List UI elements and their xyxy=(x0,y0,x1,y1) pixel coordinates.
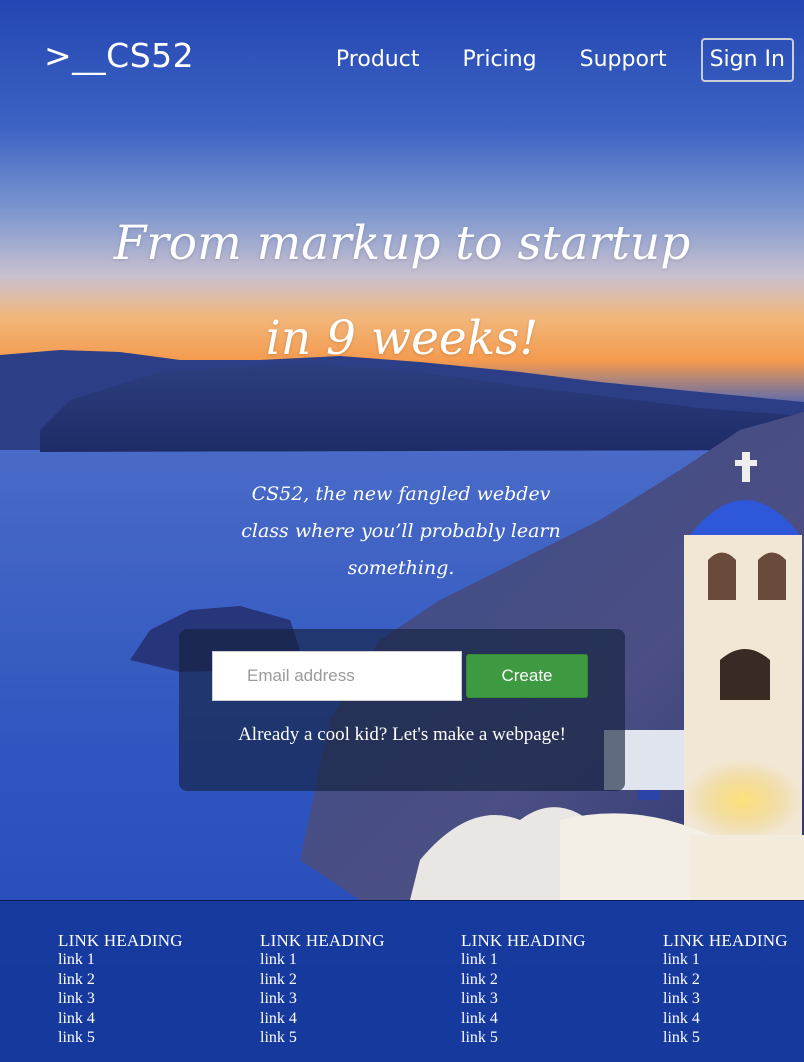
footer-link[interactable]: link 5 xyxy=(663,1028,788,1048)
site-logo[interactable]: >__CS52 xyxy=(44,36,194,75)
footer-link[interactable]: link 1 xyxy=(260,950,385,970)
footer-column-1: LINK HEADING link 1 link 2 link 3 link 4… xyxy=(58,931,183,1048)
footer-column-4: LINK HEADING link 1 link 2 link 3 link 4… xyxy=(663,931,788,1048)
footer-link[interactable]: link 5 xyxy=(260,1028,385,1048)
footer-column-3: LINK HEADING link 1 link 2 link 3 link 4… xyxy=(461,931,586,1048)
footer-link[interactable]: link 3 xyxy=(461,989,586,1009)
footer-link[interactable]: link 4 xyxy=(663,1009,788,1029)
footer-link[interactable]: link 2 xyxy=(260,970,385,990)
main-nav: Product Pricing Support Sign In xyxy=(293,38,794,82)
footer-link[interactable]: link 3 xyxy=(260,989,385,1009)
email-input[interactable] xyxy=(212,651,462,701)
footer-link[interactable]: link 2 xyxy=(461,970,586,990)
signup-panel: Create Already a cool kid? Let's make a … xyxy=(179,629,625,791)
footer-link[interactable]: link 2 xyxy=(58,970,183,990)
footer: LINK HEADING link 1 link 2 link 3 link 4… xyxy=(0,900,804,1062)
hero-title: From markup to startup in 9 weeks! xyxy=(0,196,804,386)
footer-link[interactable]: link 1 xyxy=(663,950,788,970)
footer-link-heading: LINK HEADING xyxy=(58,931,183,950)
footer-link[interactable]: link 3 xyxy=(58,989,183,1009)
cool-kid-link[interactable]: Already a cool kid? Let's make a webpage… xyxy=(179,724,625,746)
tagline-line-2: class where you’ll probably learn xyxy=(241,520,561,542)
footer-link[interactable]: link 1 xyxy=(58,950,183,970)
footer-link[interactable]: link 5 xyxy=(461,1028,586,1048)
footer-link[interactable]: link 5 xyxy=(58,1028,183,1048)
sign-in-button[interactable]: Sign In xyxy=(700,38,794,82)
nav-support-link[interactable]: Support xyxy=(580,49,667,71)
footer-link-heading: LINK HEADING xyxy=(663,931,788,950)
tagline-line-1: CS52, the new fangled webdev xyxy=(251,483,551,505)
tagline-line-3: something. xyxy=(347,557,455,579)
footer-link-heading: LINK HEADING xyxy=(461,931,586,950)
footer-link[interactable]: link 4 xyxy=(461,1009,586,1029)
hero-tagline: CS52, the new fangled webdev class where… xyxy=(220,476,582,587)
footer-link[interactable]: link 4 xyxy=(260,1009,385,1029)
footer-link[interactable]: link 2 xyxy=(663,970,788,990)
footer-link[interactable]: link 1 xyxy=(461,950,586,970)
hero-title-line-2: in 9 weeks! xyxy=(265,311,539,366)
nav-pricing-link[interactable]: Pricing xyxy=(462,49,536,71)
nav-product-link[interactable]: Product xyxy=(336,49,420,71)
footer-link[interactable]: link 3 xyxy=(663,989,788,1009)
create-button[interactable]: Create xyxy=(466,654,588,698)
footer-link[interactable]: link 4 xyxy=(58,1009,183,1029)
footer-column-2: LINK HEADING link 1 link 2 link 3 link 4… xyxy=(260,931,385,1048)
hero-title-line-1: From markup to startup xyxy=(113,216,691,271)
footer-link-heading: LINK HEADING xyxy=(260,931,385,950)
